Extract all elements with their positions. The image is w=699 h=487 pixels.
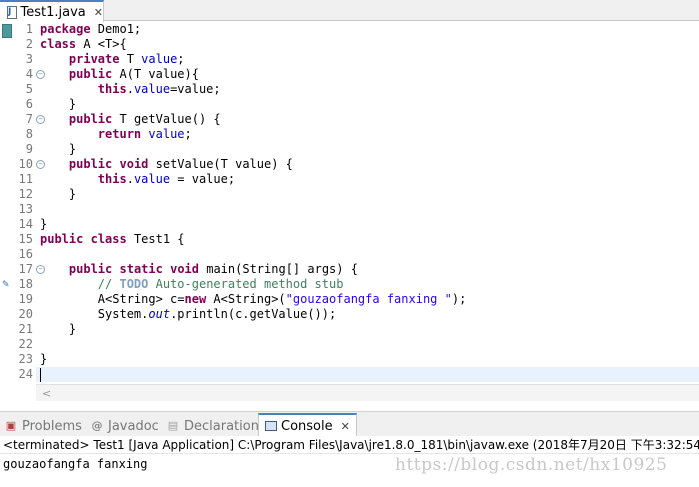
code-line: public static void main(String[] args) { (68, 262, 358, 276)
code-line: public A(T value){ (68, 67, 199, 81)
line-number: 22 (18, 337, 33, 351)
tab-javadoc[interactable]: @ Javadoc (90, 415, 159, 437)
line-number: 24 (18, 367, 33, 381)
line-number: 20 (18, 307, 33, 321)
task-marker-icon[interactable]: ✎ (2, 280, 13, 291)
tab-console-label: Console (281, 418, 333, 434)
code-line: // TODO Auto-generated method stub (97, 277, 344, 291)
line-number: 9 (25, 142, 33, 156)
console-icon (265, 421, 277, 431)
tab-declaration[interactable]: ▤ Declaration (166, 415, 259, 437)
line-number: 19 (18, 292, 33, 306)
tab-problems[interactable]: ▣ Problems (4, 415, 82, 437)
editor-tab-bar: J Test1.java ✕ (0, 0, 699, 22)
text-caret (40, 368, 41, 382)
code-line: this.value = value; (97, 172, 236, 186)
line-number: 11 (18, 172, 33, 186)
line-number: 21 (18, 322, 33, 336)
line-number: 15 (18, 232, 33, 246)
java-file-icon: J (6, 5, 17, 19)
line-number: 14 (18, 217, 33, 231)
code-line: } (40, 187, 77, 201)
scroll-left-icon[interactable]: < (42, 387, 51, 400)
code-line: } (40, 352, 48, 366)
code-line: } (40, 322, 77, 336)
close-icon[interactable]: ✕ (94, 6, 103, 19)
tab-javadoc-label: Javadoc (108, 418, 159, 434)
line-number: 7− (13, 112, 45, 127)
code-line: package Demo1; (40, 22, 142, 36)
line-number: 10− (13, 157, 45, 172)
code-line: class A <T>{ (40, 37, 127, 51)
code-line: return value; (97, 127, 192, 141)
watermark: https://blog.csdn.net/hx10925 (395, 455, 668, 475)
tab-declaration-label: Declaration (184, 418, 259, 434)
code-line: } (40, 142, 77, 156)
code-line: public void setValue(T value) { (68, 157, 293, 171)
code-line: A<String> c=new A<String>("gouzaofangfa … (97, 292, 467, 306)
line-number: 17− (13, 262, 45, 277)
line-number: 3 (25, 52, 33, 66)
line-number: 4− (13, 67, 45, 82)
console-status-line: <terminated> Test1 [Java Application] C:… (0, 436, 699, 454)
code-line: public T getValue() { (68, 112, 221, 126)
code-line: System.out.println(c.getValue()); (97, 307, 337, 321)
code-line: } (40, 217, 48, 231)
code-line: private T value; (68, 52, 185, 66)
line-number-gutter: 1 2 3 4− 5 6 7− 8 9 10− 11 12 13 14 15 1… (13, 22, 45, 382)
javadoc-icon: @ (91, 419, 103, 432)
line-number: 2 (25, 37, 33, 51)
editor-tab-label: Test1.java (20, 4, 86, 20)
line-number: 13 (18, 202, 33, 216)
line-number: 8 (25, 127, 33, 141)
tab-console[interactable]: Console ✕ (258, 413, 357, 437)
line-number: 18 (18, 277, 33, 291)
tab-problems-label: Problems (22, 418, 82, 434)
line-number: 16 (18, 247, 33, 261)
code-line: } (40, 97, 77, 111)
annotation-ruler: ✎ (0, 22, 13, 386)
code-editor[interactable]: ✎ 1 2 3 4− 5 6 7− 8 9 10− 11 12 13 14 15… (0, 22, 699, 386)
bookmark-marker-icon[interactable] (2, 24, 12, 38)
console-output[interactable]: gouzaofangfa fanxing (3, 457, 148, 471)
view-tab-bar: ▣ Problems @ Javadoc ▤ Declaration Conso… (0, 411, 699, 437)
line-number: 6 (25, 97, 33, 111)
problems-icon: ▣ (5, 419, 17, 432)
code-line: this.value=value; (97, 82, 221, 96)
line-number: 5 (25, 82, 33, 96)
declaration-icon: ▤ (167, 419, 179, 432)
line-number: 23 (18, 352, 33, 366)
horizontal-scrollbar[interactable]: < (36, 384, 699, 401)
close-icon[interactable]: ✕ (341, 420, 350, 433)
code-line: public class Test1 { (40, 232, 185, 246)
code-text[interactable]: package Demo1; class A <T>{ private T va… (40, 22, 466, 382)
editor-tab-test1-java[interactable]: J Test1.java ✕ (0, 0, 104, 22)
line-number: 12 (18, 187, 33, 201)
line-number: 1 (25, 22, 33, 36)
